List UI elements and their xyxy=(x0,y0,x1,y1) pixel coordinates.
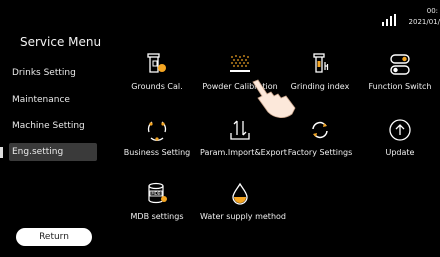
tile-label: Water supply method xyxy=(200,212,286,221)
sidebar-item-machine-setting[interactable]: Machine Setting xyxy=(12,121,85,131)
clock-date: 2021/01/ xyxy=(408,18,440,26)
return-button[interactable]: Return xyxy=(16,228,92,246)
tile-business-setting[interactable]: Business Setting xyxy=(117,118,197,168)
tile-label: Update xyxy=(385,148,415,157)
pointing-hand-icon xyxy=(252,79,296,118)
reset-icon xyxy=(312,121,328,139)
upload-icon xyxy=(389,119,411,141)
tile-function-switch[interactable]: Function Switch xyxy=(360,52,440,102)
tile-label: MDB settings xyxy=(130,212,184,221)
sidebar-item-eng-setting[interactable]: Eng.setting xyxy=(9,143,97,161)
tile-label: Grounds Cal. xyxy=(131,82,183,91)
sidebar-title: Service Menu xyxy=(20,35,102,49)
sidebar-item-maintenance[interactable]: Maintenance xyxy=(12,95,70,105)
grinder-icon xyxy=(313,53,329,73)
tile-param-import-export[interactable]: Param.Import&Export xyxy=(200,118,287,168)
tile-label: Param.Import&Export xyxy=(200,148,287,157)
mdb-icon: MDB xyxy=(148,182,167,204)
active-item-marker xyxy=(0,147,3,158)
tile-factory-settings[interactable]: Factory Settings xyxy=(280,118,360,168)
toggle-icon xyxy=(390,54,410,75)
svg-text:MDB: MDB xyxy=(151,191,161,196)
grounds-icon xyxy=(147,53,166,73)
sidebar-item-drinks-setting[interactable]: Drinks Setting xyxy=(12,68,76,78)
clock-time: 00: xyxy=(426,7,438,15)
tile-water-supply-method[interactable]: Water supply method xyxy=(200,182,286,232)
tile-label: Business Setting xyxy=(123,148,191,157)
tile-update[interactable]: Update xyxy=(360,118,440,168)
tile-label: Factory Settings xyxy=(287,148,353,157)
cycle-icon xyxy=(147,121,167,141)
tile-grounds-cal[interactable]: Grounds Cal. xyxy=(117,52,197,102)
water-drop-icon xyxy=(232,182,248,205)
powder-icon xyxy=(230,55,250,72)
service-menu-screen: 00: 2021/01/ Service Menu Drinks Setting… xyxy=(0,0,440,257)
tile-label: Function Switch xyxy=(368,82,432,91)
sidebar: Service Menu Drinks Setting Maintenance … xyxy=(0,0,108,257)
signal-icon xyxy=(382,14,396,26)
tile-mdb-settings[interactable]: MDB MDB settings xyxy=(117,182,197,232)
